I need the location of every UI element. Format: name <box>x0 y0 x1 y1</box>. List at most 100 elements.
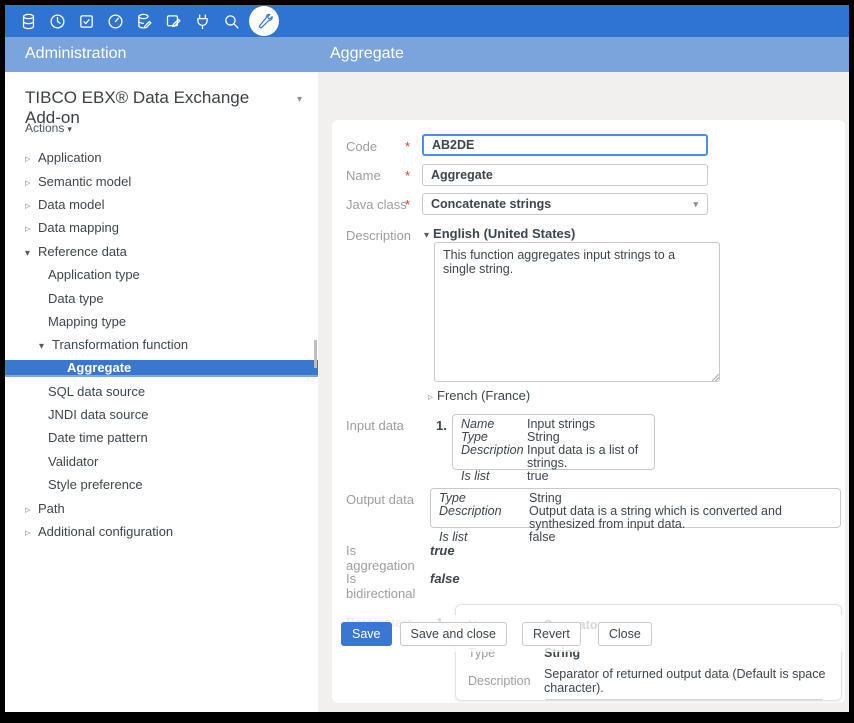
chevron-down-icon: ▾ <box>693 199 698 210</box>
sidebar-item-semantic-model[interactable]: Semantic model <box>5 169 318 192</box>
sidebar-item-mapping-type[interactable]: Mapping type <box>5 310 318 333</box>
english-locale-toggle[interactable]: ▾English (United States) <box>424 226 575 241</box>
kv-key: Description <box>439 505 529 531</box>
required-marker: * <box>405 197 410 212</box>
left-panel-title: Administration <box>25 45 126 63</box>
textarea-resize-handle[interactable] <box>712 374 719 381</box>
database-edit-icon[interactable] <box>130 5 159 37</box>
sidebar-item-data-type[interactable]: Data type <box>5 286 318 309</box>
sidebar-item-date-time-pattern[interactable]: Date time pattern <box>5 426 318 449</box>
sidebar-item-transformation-function[interactable]: Transformation function <box>5 333 318 356</box>
name-field-label: Name <box>346 168 422 183</box>
input-data-index: 1. <box>436 418 447 433</box>
form-edit-icon[interactable] <box>159 5 188 37</box>
sidebar-item-data-model[interactable]: Data model <box>5 193 318 216</box>
tree-item-label: Path <box>38 501 65 516</box>
tree-item-label: Additional configuration <box>38 524 173 539</box>
tree-item-label: Data mapping <box>38 220 119 235</box>
is-bidirectional-value: false <box>430 571 460 586</box>
tree-item-label: Application <box>38 150 102 165</box>
wrench-icon-active-tab[interactable] <box>249 6 279 36</box>
actions-label: Actions <box>25 121 64 135</box>
required-marker: * <box>405 168 410 183</box>
is-aggregation-value: true <box>430 543 455 558</box>
output-data-field-label: Output data <box>346 492 422 507</box>
tree-item-label: Validator <box>48 454 98 469</box>
gauge-icon[interactable] <box>101 5 130 37</box>
form-action-bar: Save Save and close Revert Close <box>332 615 845 652</box>
java-class-select[interactable]: Concatenate strings ▾ <box>422 193 708 215</box>
sidebar-scrollbar[interactable] <box>314 340 317 368</box>
sidebar-item-path[interactable]: Path <box>5 496 318 519</box>
kv-value: true <box>527 470 549 483</box>
record-form-panel: Code * Name * Java class * Concatenate s… <box>318 72 849 712</box>
chevron-right-icon <box>25 220 38 235</box>
param-key: Description <box>468 674 544 688</box>
input-data-field-label: Input data <box>346 418 422 433</box>
chevron-right-icon <box>25 524 38 539</box>
page-header: Administration Aggregate <box>5 37 849 72</box>
sidebar-item-sql-data-source[interactable]: SQL data source <box>5 380 318 403</box>
chevron-down-icon[interactable]: ▾ <box>297 94 302 105</box>
save-button[interactable]: Save <box>341 622 392 646</box>
parameter-value-input[interactable] <box>544 699 824 701</box>
database-icon[interactable] <box>14 5 43 37</box>
kv-key: Is list <box>461 470 527 483</box>
actions-menu-button[interactable]: Actions▾ <box>25 121 72 135</box>
tree-item-label: Semantic model <box>38 174 131 189</box>
tree-item-label: SQL data source <box>48 384 145 399</box>
output-data-box: TypeString DescriptionOutput data is a s… <box>430 488 841 528</box>
java-class-field-label: Java class <box>346 197 422 212</box>
kv-value: false <box>529 531 555 544</box>
sidebar-item-application[interactable]: Application <box>5 146 318 169</box>
tree-item-label: Reference data <box>38 244 127 259</box>
chevron-right-icon <box>25 501 38 516</box>
sidebar-item-validator[interactable]: Validator <box>5 450 318 473</box>
app-window: Administration Aggregate TIBCO EBX® Data… <box>5 5 849 712</box>
kv-key: Description <box>461 444 527 470</box>
close-button[interactable]: Close <box>598 622 652 646</box>
output-data-row-is-list: Is listfalse <box>439 531 832 544</box>
tree-item-label: Date time pattern <box>48 430 148 445</box>
tree-item-label: Data model <box>38 197 104 212</box>
chevron-down-icon <box>25 244 38 259</box>
sidebar-item-data-mapping[interactable]: Data mapping <box>5 216 318 239</box>
check-square-icon[interactable] <box>72 5 101 37</box>
java-class-selected-value: Concatenate strings <box>431 197 551 211</box>
chevron-right-icon <box>25 197 38 212</box>
tree-item-label: Style preference <box>48 477 143 492</box>
is-bidirectional-field-label: Is bidirectional <box>346 571 422 601</box>
clock-icon[interactable] <box>43 5 72 37</box>
input-data-box: NameInput strings TypeString Description… <box>452 414 655 470</box>
param-value: Separator of returned output data (Defau… <box>544 667 841 695</box>
kv-value: Input data is a list of strings. <box>527 444 646 470</box>
admin-sidebar: TIBCO EBX® Data Exchange Add-on ▾ Action… <box>5 72 318 712</box>
french-locale-toggle[interactable]: ▹French (France) <box>428 388 530 403</box>
chevron-down-icon: ▾ <box>67 124 72 134</box>
chevron-down-icon <box>39 337 52 352</box>
parameter-row-value: Value <box>456 695 841 701</box>
chevron-right-icon <box>25 174 38 189</box>
sidebar-item-reference-data[interactable]: Reference data <box>5 240 318 263</box>
is-aggregation-field-label: Is aggregation <box>346 543 422 573</box>
description-english-textarea[interactable]: This function aggregates input strings t… <box>434 242 720 382</box>
search-icon[interactable] <box>217 5 246 37</box>
record-title: Aggregate <box>330 45 404 63</box>
chevron-down-icon: ▾ <box>424 230 429 241</box>
sidebar-item-application-type[interactable]: Application type <box>5 263 318 286</box>
save-and-close-button[interactable]: Save and close <box>400 622 507 646</box>
required-marker: * <box>405 139 410 154</box>
revert-button[interactable]: Revert <box>522 622 581 646</box>
input-data-row-description: DescriptionInput data is a list of strin… <box>461 444 646 470</box>
top-toolbar <box>5 5 849 37</box>
plug-icon[interactable] <box>188 5 217 37</box>
sidebar-item-additional-configuration[interactable]: Additional configuration <box>5 520 318 543</box>
name-input[interactable] <box>422 164 708 186</box>
sidebar-item-jndi-data-source[interactable]: JNDI data source <box>5 403 318 426</box>
kv-value: Output data is a string which is convert… <box>529 505 832 531</box>
tree-item-label: JNDI data source <box>48 407 148 422</box>
sidebar-item-style-preference[interactable]: Style preference <box>5 473 318 496</box>
sidebar-item-aggregate-selected[interactable]: Aggregate <box>5 360 318 377</box>
tree-item-label: Aggregate <box>67 360 131 375</box>
code-input[interactable] <box>422 134 708 156</box>
